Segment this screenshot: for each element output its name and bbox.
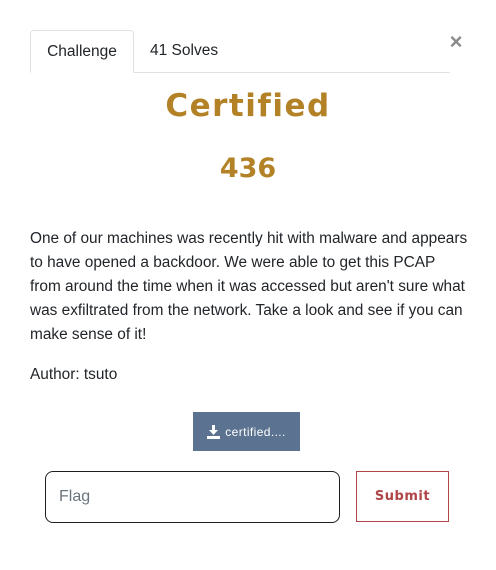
tab-solves[interactable]: 41 Solves <box>134 30 230 71</box>
download-icon <box>207 424 221 439</box>
tab-challenge[interactable]: Challenge <box>30 30 134 73</box>
flag-input[interactable] <box>45 471 340 523</box>
file-name-label: certified.... <box>225 424 286 439</box>
challenge-points: 436 <box>219 153 277 184</box>
challenge-description: One of our machines was recently hit wit… <box>30 230 468 343</box>
submit-button[interactable]: Submit <box>356 471 449 522</box>
challenge-author: Author: tsuto <box>30 366 118 383</box>
challenge-title: Certified <box>165 88 331 124</box>
challenge-modal: × Challenge 41 Solves Certified 436 One … <box>0 0 496 570</box>
challenge-tabs: Challenge 41 Solves <box>30 30 450 73</box>
download-file-button[interactable]: certified.... <box>193 412 300 451</box>
